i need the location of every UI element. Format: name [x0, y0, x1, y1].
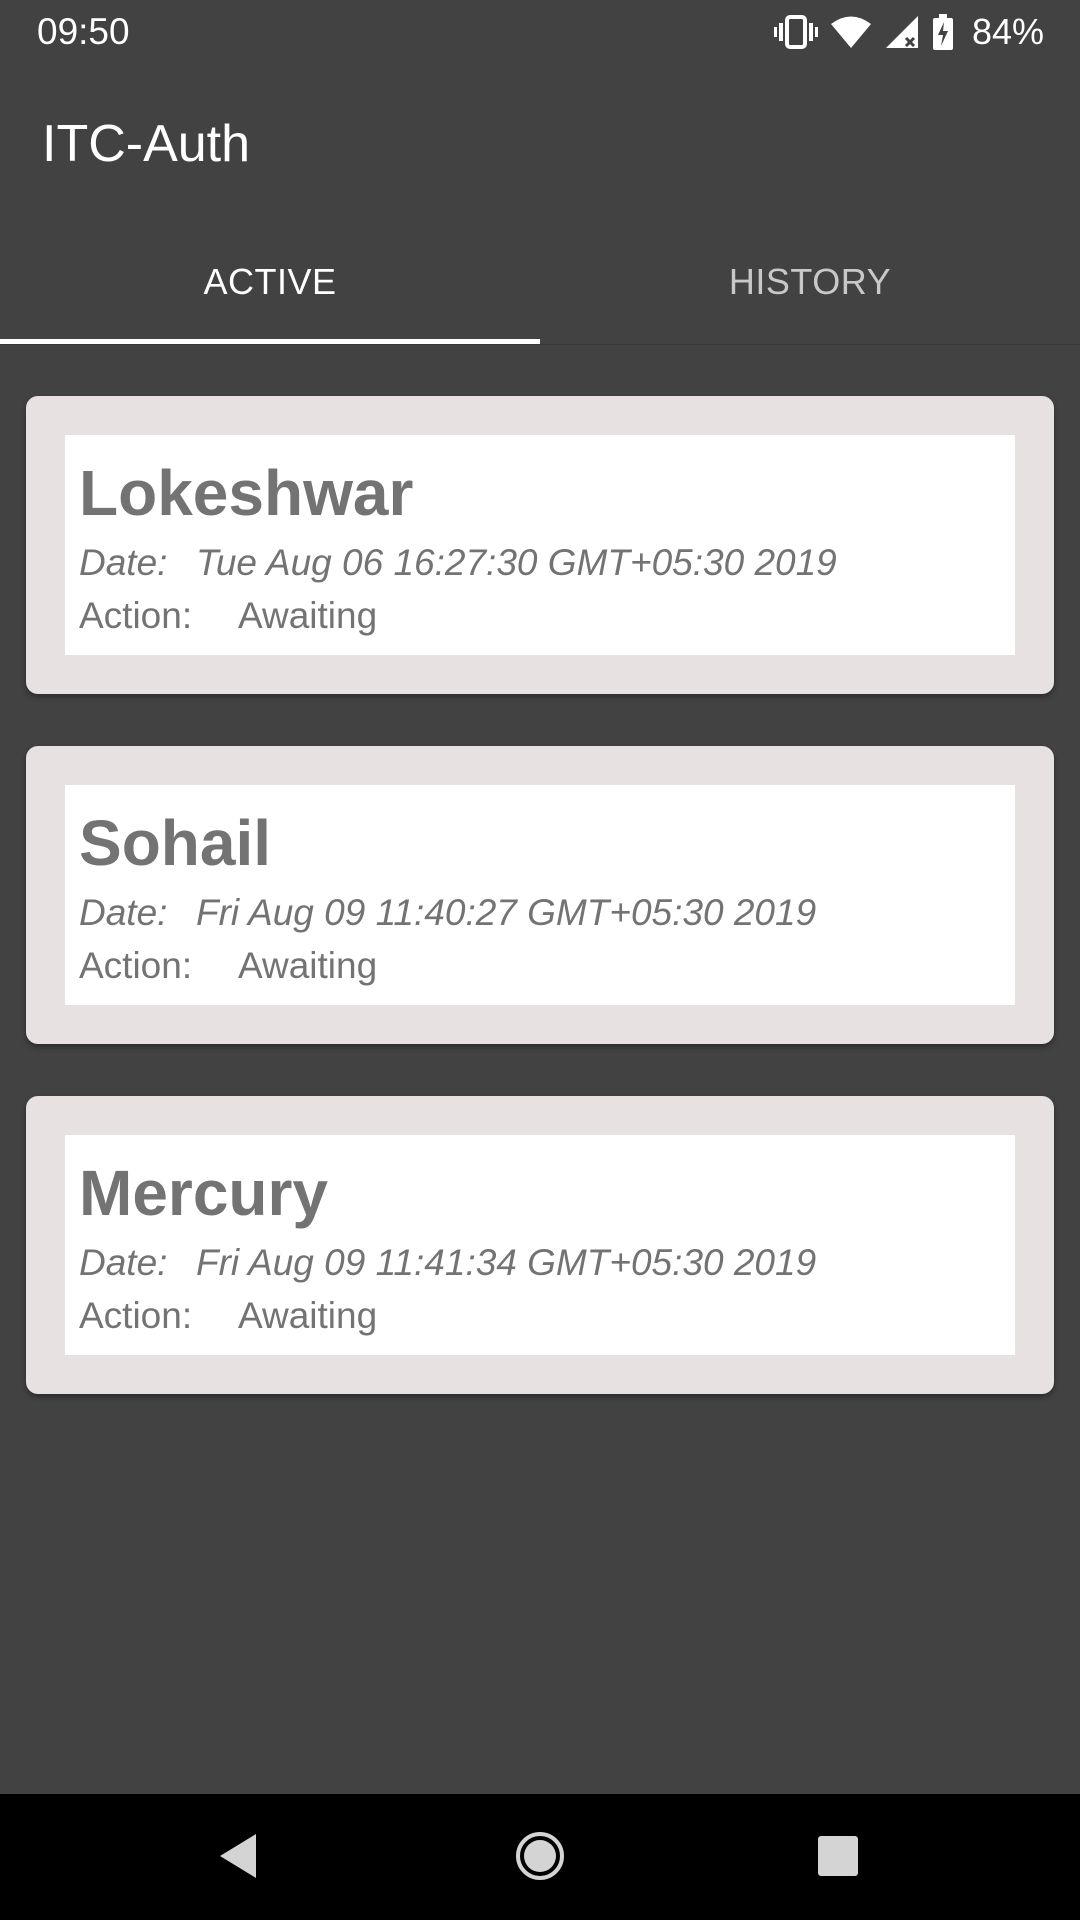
date-value: Tue Aug 06 16:27:30 GMT+05:30 2019 — [196, 542, 837, 583]
date-value: Fri Aug 09 11:41:34 GMT+05:30 2019 — [196, 1242, 817, 1283]
request-name: Lokeshwar — [79, 457, 414, 529]
date-label: Date: — [79, 892, 168, 933]
tab-history-label: HISTORY — [728, 261, 892, 302]
action-value: Awaiting — [238, 595, 378, 636]
status-time: 09:50 — [37, 11, 130, 52]
request-date-row: Date: Tue Aug 06 16:27:30 GMT+05:30 2019 — [79, 541, 837, 585]
request-card[interactable]: Mercury Date: Fri Aug 09 11:41:34 GMT+05:… — [26, 1096, 1054, 1394]
request-card-body: Lokeshwar Date: Tue Aug 06 16:27:30 GMT+0… — [65, 435, 1015, 655]
request-card[interactable]: Sohail Date: Fri Aug 09 11:40:27 GMT+05:3… — [26, 746, 1054, 1044]
request-card[interactable]: Lokeshwar Date: Tue Aug 06 16:27:30 GMT+0… — [26, 396, 1054, 694]
status-icons: 84% — [773, 10, 1044, 54]
action-value: Awaiting — [238, 945, 378, 986]
status-bar: 09:50 84% — [0, 0, 1080, 64]
request-action-row: Action: Awaiting — [79, 594, 377, 638]
request-date-row: Date: Fri Aug 09 11:41:34 GMT+05:30 2019 — [79, 1241, 816, 1285]
date-value: Fri Aug 09 11:40:27 GMT+05:30 2019 — [196, 892, 817, 933]
action-label: Action: — [79, 1295, 193, 1336]
cell-signal-icon — [884, 14, 920, 50]
app-title: ITC-Auth — [42, 115, 251, 173]
date-label: Date: — [79, 1242, 168, 1283]
action-label: Action: — [79, 595, 193, 636]
request-action-row: Action: Awaiting — [79, 944, 377, 988]
action-value: Awaiting — [238, 1295, 378, 1336]
recents-icon — [817, 1835, 859, 1882]
tab-active[interactable]: ACTIVE — [0, 220, 540, 344]
home-icon — [515, 1831, 565, 1886]
back-button[interactable] — [200, 1820, 276, 1896]
nav-bar — [0, 1794, 1080, 1920]
battery-charging-icon — [932, 14, 954, 50]
action-label: Action: — [79, 945, 193, 986]
request-name: Sohail — [79, 807, 272, 879]
wifi-icon — [830, 15, 872, 49]
home-button[interactable] — [502, 1820, 578, 1896]
back-icon — [216, 1831, 260, 1886]
app-bar: ITC-Auth — [0, 64, 1080, 220]
screen: 09:50 84% ITC-Auth ACTIVE HISTORY Lokesh… — [0, 0, 1080, 1920]
tab-bar: ACTIVE HISTORY — [0, 220, 1080, 345]
date-label: Date: — [79, 542, 168, 583]
request-action-row: Action: Awaiting — [79, 1294, 377, 1338]
tab-indicator — [0, 339, 540, 344]
recents-button[interactable] — [800, 1820, 876, 1896]
tab-active-label: ACTIVE — [203, 261, 337, 302]
request-date-row: Date: Fri Aug 09 11:40:27 GMT+05:30 2019 — [79, 891, 816, 935]
battery-percent: 84% — [971, 11, 1044, 52]
vibrate-icon — [773, 14, 818, 50]
tab-history[interactable]: HISTORY — [540, 220, 1080, 344]
request-name: Mercury — [79, 1157, 328, 1229]
request-card-body: Mercury Date: Fri Aug 09 11:41:34 GMT+05:… — [65, 1135, 1015, 1355]
request-card-body: Sohail Date: Fri Aug 09 11:40:27 GMT+05:3… — [65, 785, 1015, 1005]
